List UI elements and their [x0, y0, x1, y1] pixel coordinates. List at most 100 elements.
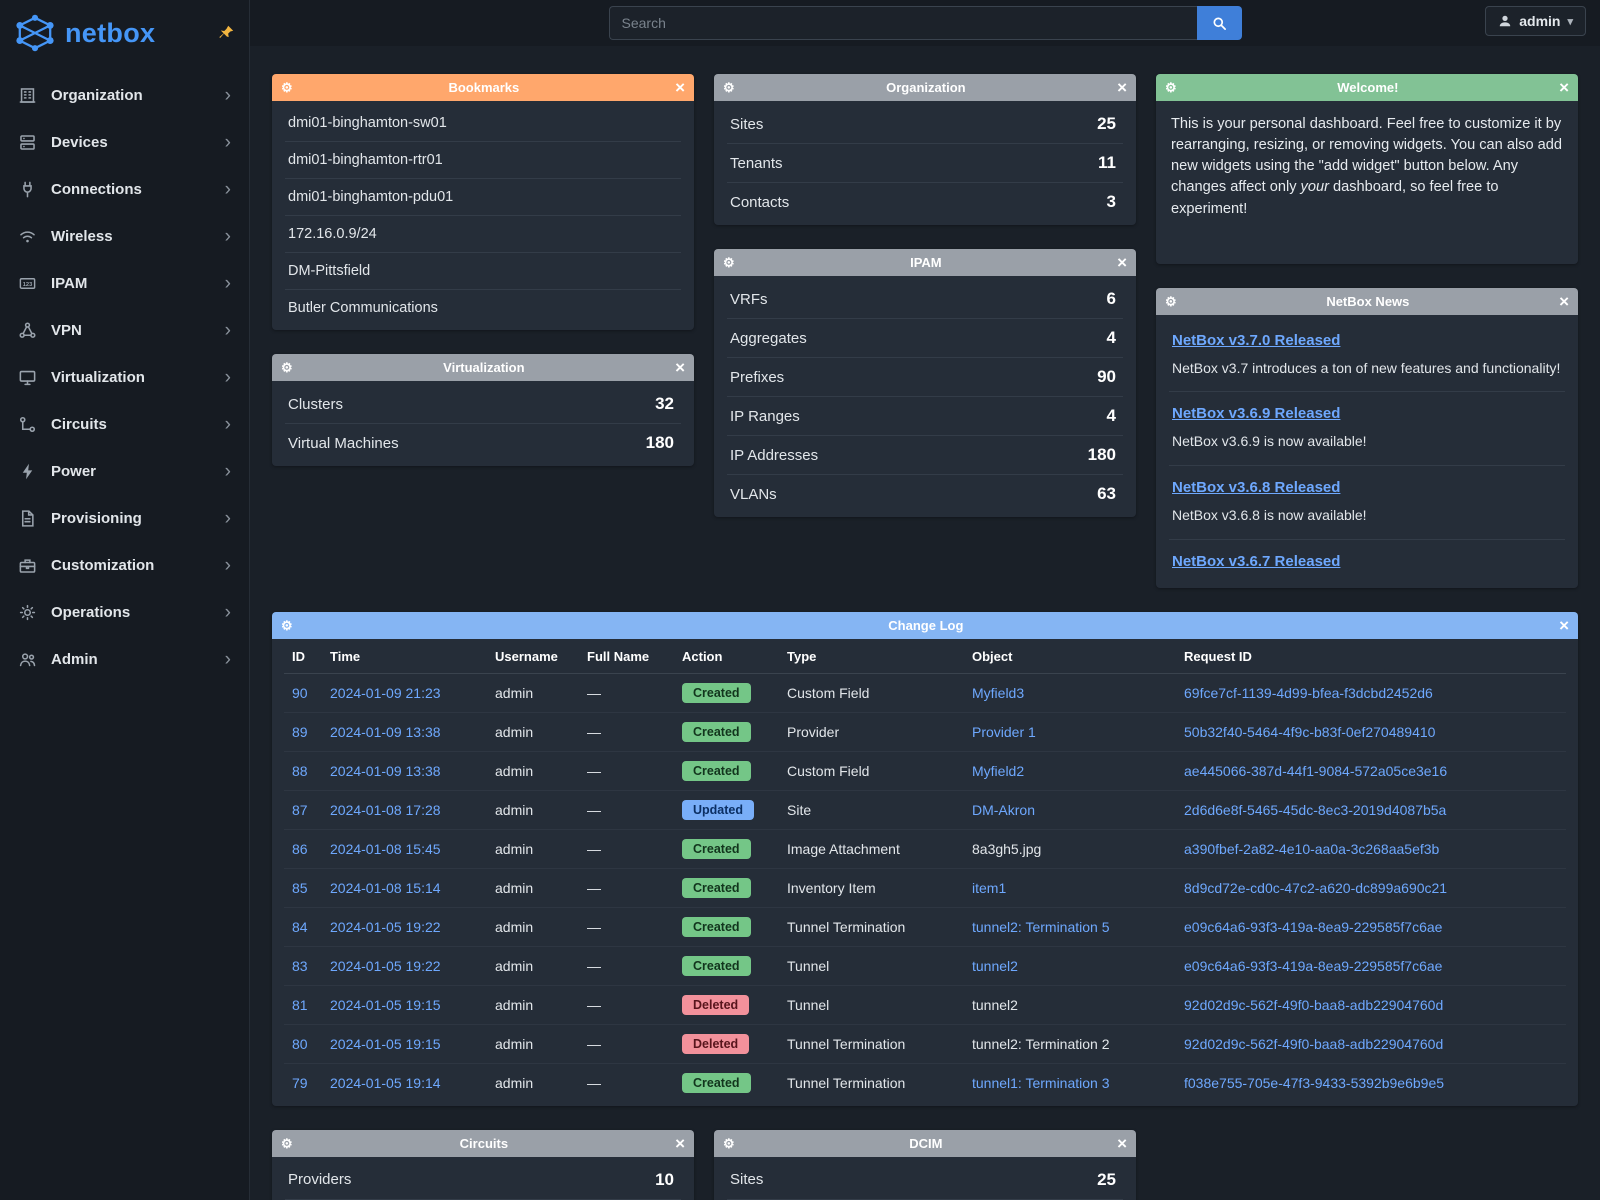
changelog-request-id-link[interactable]: e09c64a6-93f3-419a-8ea9-229585f7c6ae: [1184, 958, 1442, 974]
news-widget-header[interactable]: ⚙ NetBox News ×: [1156, 288, 1578, 315]
stat-row[interactable]: Tenants 11: [727, 144, 1123, 183]
stat-row[interactable]: VRFs 6: [727, 280, 1123, 319]
gear-icon[interactable]: ⚙: [723, 256, 735, 269]
changelog-time-link[interactable]: 2024-01-05 19:15: [330, 997, 441, 1013]
changelog-id-link[interactable]: 90: [292, 685, 308, 701]
close-icon[interactable]: ×: [675, 359, 685, 376]
changelog-id-link[interactable]: 84: [292, 919, 308, 935]
close-icon[interactable]: ×: [1117, 79, 1127, 96]
user-menu-button[interactable]: admin ▾: [1485, 6, 1586, 36]
changelog-id-link[interactable]: 83: [292, 958, 308, 974]
gear-icon[interactable]: ⚙: [723, 1137, 735, 1150]
virtualization-widget-header[interactable]: ⚙ Virtualization ×: [272, 354, 694, 381]
sidebar-item-circuits[interactable]: Circuits ›: [0, 401, 249, 448]
stat-row[interactable]: IP Addresses 180: [727, 436, 1123, 475]
stat-row[interactable]: Clusters 32: [285, 385, 681, 424]
changelog-time-link[interactable]: 2024-01-08 15:14: [330, 880, 441, 896]
sidebar-item-devices[interactable]: Devices ›: [0, 119, 249, 166]
changelog-time-link[interactable]: 2024-01-05 19:15: [330, 1036, 441, 1052]
changelog-id-link[interactable]: 86: [292, 841, 308, 857]
sidebar-item-power[interactable]: Power ›: [0, 448, 249, 495]
news-link[interactable]: NetBox v3.6.9 Released: [1172, 405, 1340, 422]
sidebar-item-vpn[interactable]: VPN ›: [0, 307, 249, 354]
changelog-id-link[interactable]: 87: [292, 802, 308, 818]
stat-row[interactable]: Aggregates 4: [727, 319, 1123, 358]
changelog-id-link[interactable]: 88: [292, 763, 308, 779]
changelog-id-link[interactable]: 89: [292, 724, 308, 740]
changelog-request-id-link[interactable]: 92d02d9c-562f-49f0-baa8-adb22904760d: [1184, 997, 1443, 1013]
organization-widget-header[interactable]: ⚙ Organization ×: [714, 74, 1136, 101]
stat-row[interactable]: VLANs 63: [727, 475, 1123, 513]
changelog-id-link[interactable]: 79: [292, 1075, 308, 1091]
changelog-request-id-link[interactable]: ae445066-387d-44f1-9084-572a05ce3e16: [1184, 763, 1447, 779]
changelog-time-link[interactable]: 2024-01-05 19:22: [330, 919, 441, 935]
changelog-time-link[interactable]: 2024-01-08 17:28: [330, 802, 441, 818]
stat-row[interactable]: Sites 25: [727, 1161, 1123, 1200]
changelog-time-link[interactable]: 2024-01-05 19:22: [330, 958, 441, 974]
sidebar-item-provisioning[interactable]: Provisioning ›: [0, 495, 249, 542]
stat-row[interactable]: Prefixes 90: [727, 358, 1123, 397]
sidebar-item-wireless[interactable]: Wireless ›: [0, 213, 249, 260]
news-link[interactable]: NetBox v3.7.0 Released: [1172, 332, 1340, 349]
circuits-widget-header[interactable]: ⚙ Circuits ×: [272, 1130, 694, 1157]
sidebar-item-admin[interactable]: Admin ›: [0, 636, 249, 683]
stat-row[interactable]: IP Ranges 4: [727, 397, 1123, 436]
close-icon[interactable]: ×: [1559, 617, 1569, 634]
changelog-object-link[interactable]: Provider 1: [972, 724, 1036, 740]
ipam-widget-header[interactable]: ⚙ IPAM ×: [714, 249, 1136, 276]
dcim-widget-header[interactable]: ⚙ DCIM ×: [714, 1130, 1136, 1157]
gear-icon[interactable]: ⚙: [723, 81, 735, 94]
changelog-request-id-link[interactable]: e09c64a6-93f3-419a-8ea9-229585f7c6ae: [1184, 919, 1442, 935]
search-input[interactable]: [609, 6, 1197, 40]
bookmark-item[interactable]: DM-Pittsfield: [285, 253, 681, 290]
changelog-object-link[interactable]: tunnel2: [972, 958, 1018, 974]
changelog-object-link[interactable]: DM-Akron: [972, 802, 1035, 818]
changelog-object-link[interactable]: tunnel1: Termination 3: [972, 1075, 1110, 1091]
sidebar-item-connections[interactable]: Connections ›: [0, 166, 249, 213]
changelog-time-link[interactable]: 2024-01-08 15:45: [330, 841, 441, 857]
sidebar-item-organization[interactable]: Organization ›: [0, 72, 249, 119]
pin-icon[interactable]: [217, 24, 235, 42]
gear-icon[interactable]: ⚙: [1165, 295, 1177, 308]
changelog-object-link[interactable]: Myfield2: [972, 763, 1024, 779]
gear-icon[interactable]: ⚙: [281, 361, 293, 374]
changelog-request-id-link[interactable]: 92d02d9c-562f-49f0-baa8-adb22904760d: [1184, 1036, 1443, 1052]
changelog-id-link[interactable]: 85: [292, 880, 308, 896]
sidebar-item-customization[interactable]: Customization ›: [0, 542, 249, 589]
changelog-time-link[interactable]: 2024-01-09 13:38: [330, 724, 441, 740]
changelog-time-link[interactable]: 2024-01-09 21:23: [330, 685, 441, 701]
bookmark-item[interactable]: dmi01-binghamton-rtr01: [285, 142, 681, 179]
bookmark-item[interactable]: dmi01-binghamton-sw01: [285, 105, 681, 142]
close-icon[interactable]: ×: [1117, 1135, 1127, 1152]
changelog-time-link[interactable]: 2024-01-09 13:38: [330, 763, 441, 779]
changelog-request-id-link[interactable]: 8d9cd72e-cd0c-47c2-a620-dc899a690c21: [1184, 880, 1447, 896]
stat-row[interactable]: Contacts 3: [727, 183, 1123, 221]
changelog-id-link[interactable]: 80: [292, 1036, 308, 1052]
netbox-logo-icon[interactable]: [14, 14, 56, 52]
gear-icon[interactable]: ⚙: [281, 1137, 293, 1150]
bookmark-item[interactable]: 172.16.0.9/24: [285, 216, 681, 253]
changelog-widget-header[interactable]: ⚙ Change Log ×: [272, 612, 1578, 639]
changelog-id-link[interactable]: 81: [292, 997, 308, 1013]
changelog-time-link[interactable]: 2024-01-05 19:14: [330, 1075, 441, 1091]
gear-icon[interactable]: ⚙: [1165, 81, 1177, 94]
stat-row[interactable]: Virtual Machines 180: [285, 424, 681, 462]
changelog-request-id-link[interactable]: a390fbef-2a82-4e10-aa0a-3c268aa5ef3b: [1184, 841, 1439, 857]
changelog-object-link[interactable]: tunnel2: Termination 5: [972, 919, 1110, 935]
news-link[interactable]: NetBox v3.6.8 Released: [1172, 479, 1340, 496]
welcome-widget-header[interactable]: ⚙ Welcome! ×: [1156, 74, 1578, 101]
close-icon[interactable]: ×: [1559, 79, 1569, 96]
bookmark-item[interactable]: dmi01-binghamton-pdu01: [285, 179, 681, 216]
sidebar-item-operations[interactable]: Operations ›: [0, 589, 249, 636]
brand-name[interactable]: netbox: [65, 18, 155, 49]
changelog-request-id-link[interactable]: 2d6d6e8f-5465-45dc-8ec3-2019d4087b5a: [1184, 802, 1446, 818]
sidebar-item-virtualization[interactable]: Virtualization ›: [0, 354, 249, 401]
close-icon[interactable]: ×: [1559, 293, 1569, 310]
close-icon[interactable]: ×: [675, 79, 685, 96]
changelog-request-id-link[interactable]: 69fce7cf-1139-4d99-bfea-f3dcbd2452d6: [1184, 685, 1433, 701]
changelog-object-link[interactable]: item1: [972, 880, 1006, 896]
bookmark-item[interactable]: Butler Communications: [285, 290, 681, 326]
search-button[interactable]: [1197, 6, 1242, 40]
gear-icon[interactable]: ⚙: [281, 619, 293, 632]
gear-icon[interactable]: ⚙: [281, 81, 293, 94]
